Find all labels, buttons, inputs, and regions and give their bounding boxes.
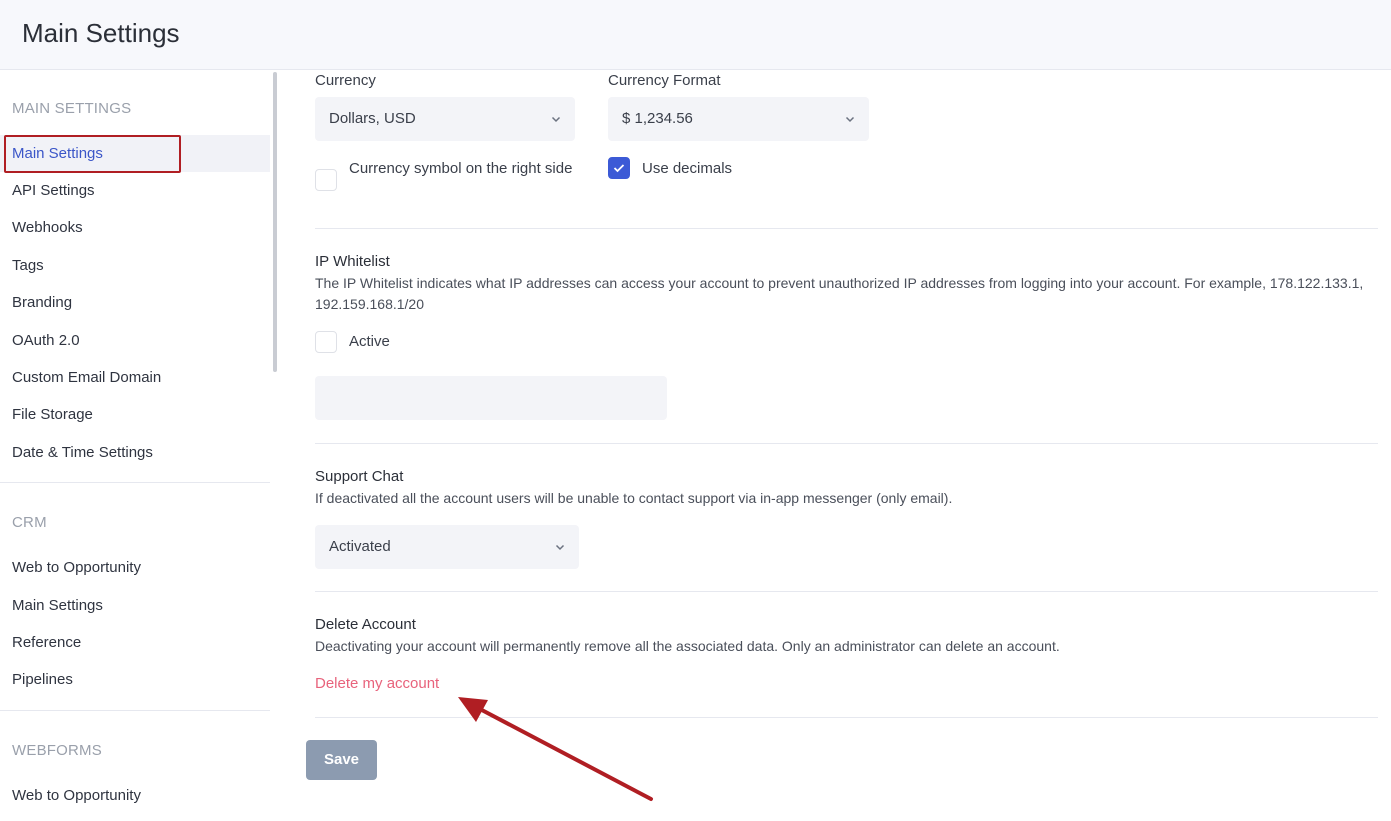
use-decimals-label: Use decimals bbox=[642, 160, 733, 177]
section-divider bbox=[315, 228, 1378, 229]
ip-whitelist-input[interactable] bbox=[315, 376, 667, 420]
currency-select-value: Dollars, USD bbox=[329, 110, 416, 127]
sidebar-item-api-settings[interactable]: API Settings bbox=[0, 172, 270, 209]
check-icon bbox=[613, 164, 625, 173]
sidebar-item-crm-main-settings[interactable]: Main Settings bbox=[0, 587, 270, 624]
sidebar-item-main-settings[interactable]: Main Settings bbox=[0, 135, 270, 172]
support-chat-title: Support Chat bbox=[315, 468, 404, 485]
section-divider bbox=[315, 717, 1378, 718]
sidebar-item-reference[interactable]: Reference bbox=[0, 624, 270, 661]
sidebar-section-webforms: WEBFORMS bbox=[12, 742, 102, 759]
currency-symbol-right-label: Currency symbol on the right side bbox=[349, 160, 573, 177]
support-chat-select-value: Activated bbox=[329, 538, 391, 555]
sidebar-item-webhooks[interactable]: Webhooks bbox=[0, 209, 270, 246]
sidebar-item-web-to-opportunity[interactable]: Web to Opportunity bbox=[0, 549, 270, 586]
sidebar-item-file-storage[interactable]: File Storage bbox=[0, 396, 270, 433]
chevron-down-icon bbox=[845, 116, 855, 123]
section-divider bbox=[315, 591, 1378, 592]
sidebar-item-branding[interactable]: Branding bbox=[0, 284, 270, 321]
sidebar-item-pipelines[interactable]: Pipelines bbox=[0, 661, 270, 698]
sidebar-item-oauth[interactable]: OAuth 2.0 bbox=[0, 322, 270, 359]
ip-whitelist-active-label: Active bbox=[349, 333, 390, 350]
currency-format-label: Currency Format bbox=[608, 72, 721, 89]
save-button[interactable]: Save bbox=[306, 740, 377, 780]
sidebar-divider bbox=[0, 710, 270, 711]
currency-symbol-right-checkbox[interactable] bbox=[315, 169, 337, 191]
sidebar: MAIN SETTINGS Main Settings API Settings… bbox=[0, 70, 280, 821]
delete-account-description: Deactivating your account will permanent… bbox=[315, 638, 1060, 654]
ip-whitelist-active-checkbox[interactable] bbox=[315, 331, 337, 353]
ip-whitelist-title: IP Whitelist bbox=[315, 253, 390, 270]
section-divider bbox=[315, 443, 1378, 444]
sidebar-divider bbox=[0, 482, 270, 483]
use-decimals-checkbox[interactable] bbox=[608, 157, 630, 179]
chevron-down-icon bbox=[551, 116, 561, 123]
currency-select[interactable]: Dollars, USD bbox=[315, 97, 575, 141]
sidebar-item-custom-email-domain[interactable]: Custom Email Domain bbox=[0, 359, 270, 396]
sidebar-section-main-settings: MAIN SETTINGS bbox=[12, 100, 132, 117]
sidebar-scrollbar[interactable] bbox=[273, 72, 277, 372]
support-chat-select[interactable]: Activated bbox=[315, 525, 579, 569]
ip-whitelist-description: The IP Whitelist indicates what IP addre… bbox=[315, 275, 1364, 312]
sidebar-section-crm: CRM bbox=[12, 514, 47, 531]
page-header: Main Settings bbox=[0, 0, 1391, 70]
currency-format-select-value: $ 1,234.56 bbox=[622, 110, 693, 127]
sidebar-item-tags[interactable]: Tags bbox=[0, 247, 270, 284]
currency-format-select[interactable]: $ 1,234.56 bbox=[608, 97, 869, 141]
chevron-down-icon bbox=[555, 544, 565, 551]
settings-form: Currency Dollars, USD Currency Format $ … bbox=[315, 70, 1378, 821]
sidebar-item-date-time-settings[interactable]: Date & Time Settings bbox=[0, 434, 270, 471]
currency-label: Currency bbox=[315, 72, 376, 89]
delete-account-title: Delete Account bbox=[315, 616, 416, 633]
support-chat-description: If deactivated all the account users wil… bbox=[315, 490, 953, 506]
page-title: Main Settings bbox=[22, 18, 180, 48]
sidebar-item-webforms-web-to-opportunity[interactable]: Web to Opportunity bbox=[0, 777, 270, 814]
delete-my-account-link[interactable]: Delete my account bbox=[315, 675, 439, 692]
